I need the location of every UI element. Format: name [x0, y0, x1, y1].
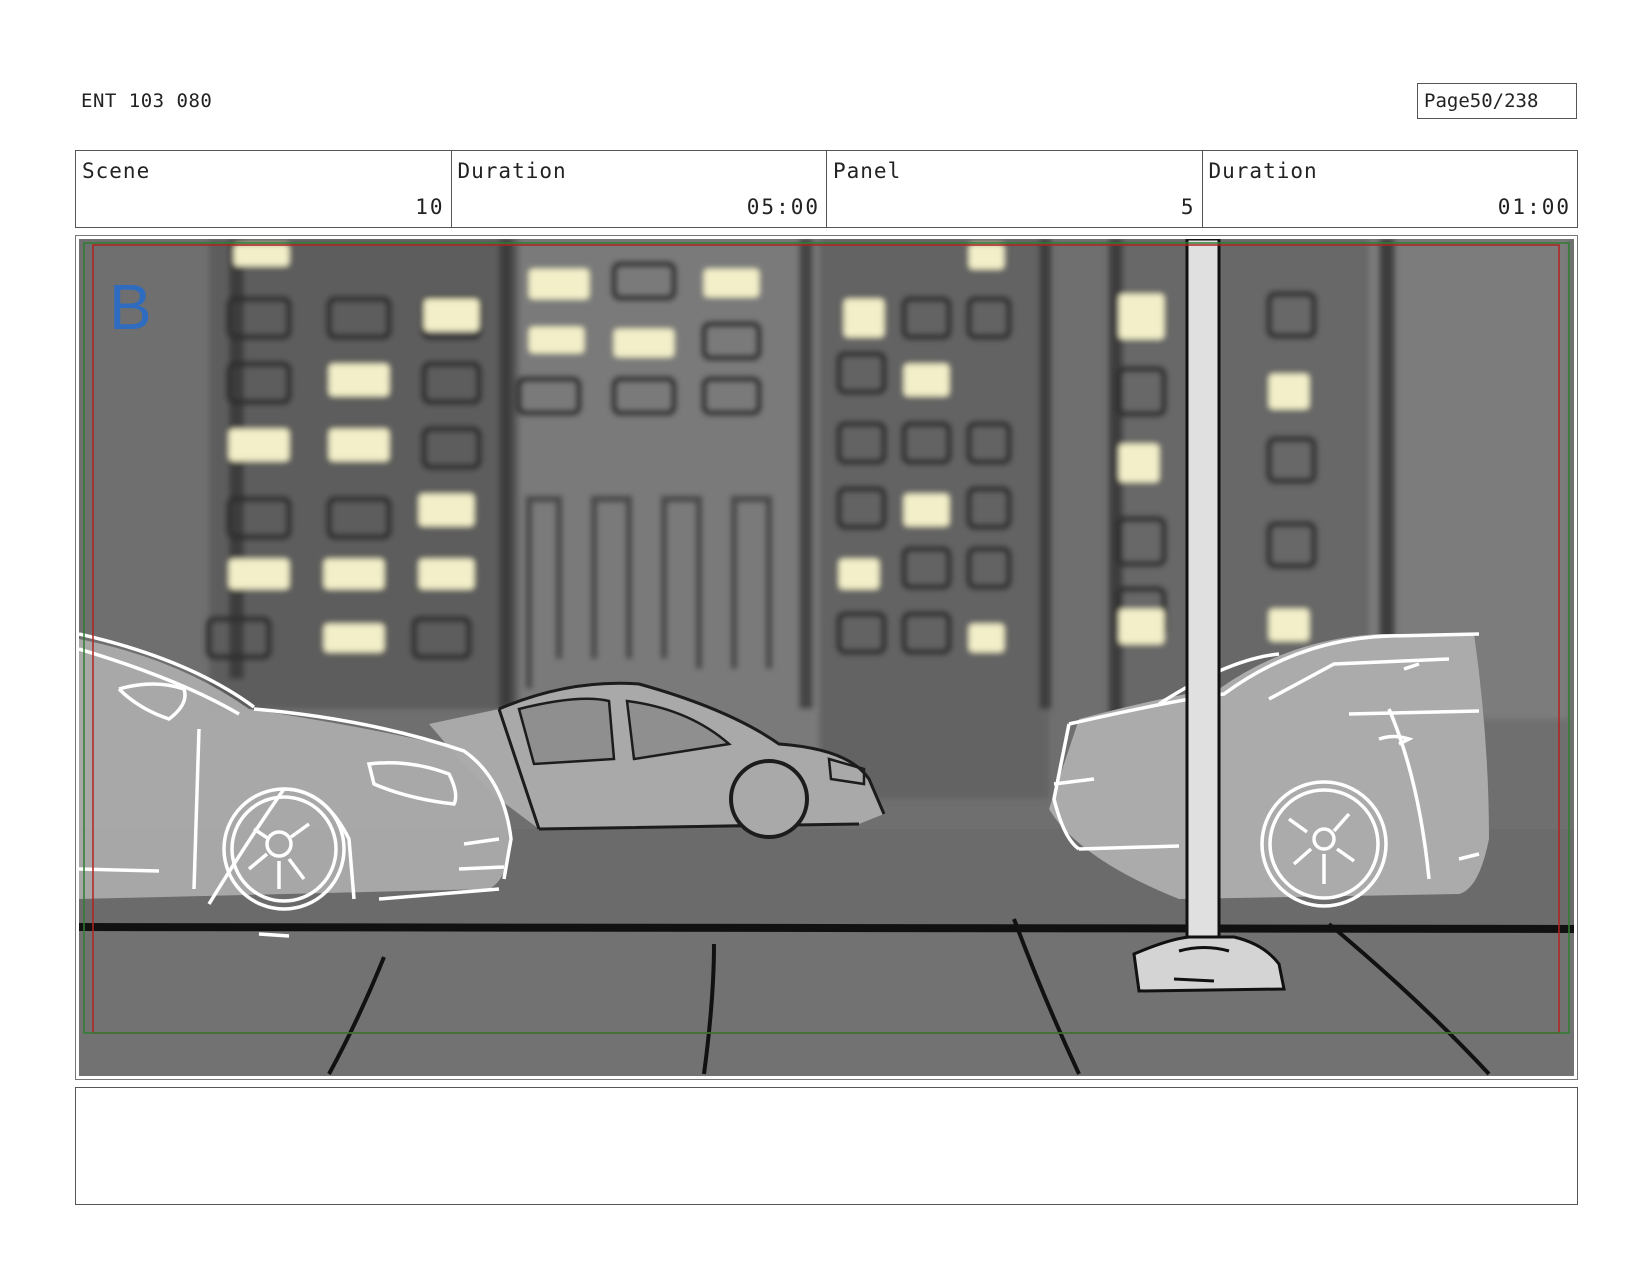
scene-value: 10 [415, 195, 445, 219]
panel-duration-label: Duration [1208, 159, 1318, 183]
scene-duration-value: 05:00 [746, 195, 820, 219]
panel-cell: Panel 5 [827, 151, 1203, 227]
scene-duration-cell: Duration 05:00 [452, 151, 827, 227]
page-indicator: Page 50/238 [1417, 83, 1577, 119]
scene-cell: Scene 10 [76, 151, 452, 227]
storyboard-panel: B [75, 235, 1578, 1080]
storyboard-sketch: B [79, 239, 1574, 1076]
page-number: 50/238 [1469, 90, 1539, 112]
panel-value: 5 [1180, 195, 1196, 219]
panel-label: Panel [833, 159, 902, 183]
notes-box[interactable] [75, 1087, 1578, 1205]
scene-label: Scene [82, 159, 151, 183]
panel-info-row: Scene 10 Duration 05:00 Panel 5 Duration… [75, 150, 1578, 228]
panel-duration-cell: Duration 01:00 [1203, 151, 1578, 227]
panel-marker: B [109, 271, 152, 343]
panel-duration-value: 01:00 [1497, 195, 1571, 219]
page-label: Page [1424, 90, 1470, 112]
scene-duration-label: Duration [457, 159, 567, 183]
doc-id: ENT 103 080 [81, 90, 213, 112]
